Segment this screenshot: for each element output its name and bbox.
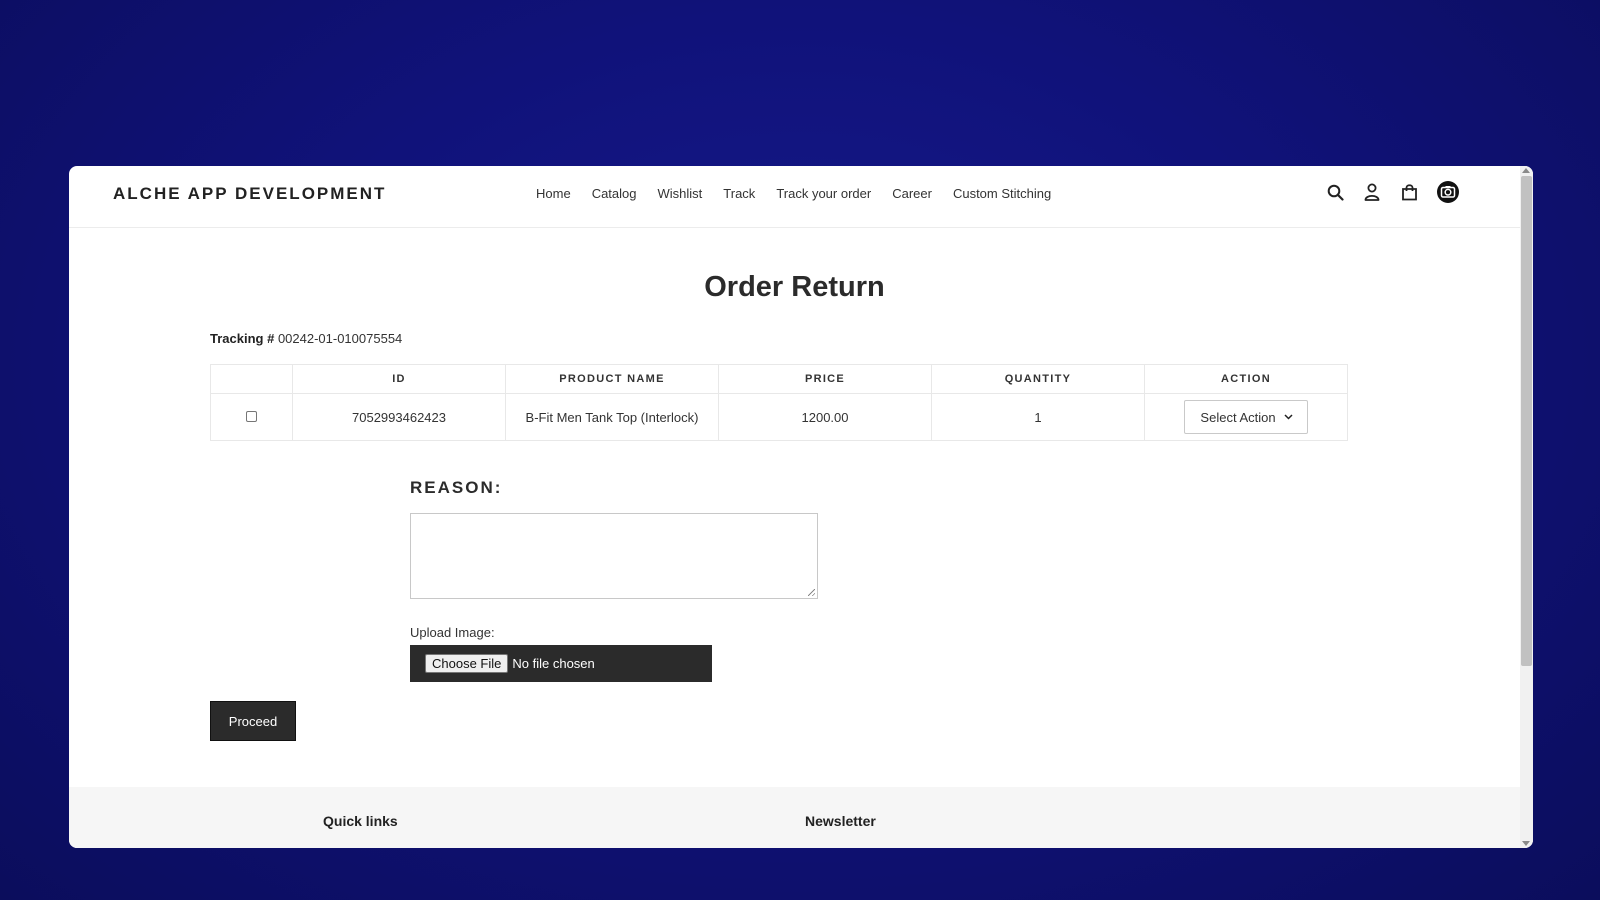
nav-home[interactable]: Home xyxy=(536,186,571,201)
browser-window: ALCHE APP DEVELOPMENT Home Catalog Wishl… xyxy=(69,166,1533,848)
file-status: No file chosen xyxy=(512,656,595,671)
site-logo[interactable]: ALCHE APP DEVELOPMENT xyxy=(113,184,386,204)
scrollbar[interactable] xyxy=(1520,166,1533,848)
table-row: 7052993462423 B-Fit Men Tank Top (Interl… xyxy=(210,393,1348,441)
footer-newsletter-heading: Newsletter xyxy=(805,813,876,829)
camera-icon[interactable] xyxy=(1436,180,1460,204)
row-checkbox[interactable] xyxy=(246,410,257,422)
nav-track[interactable]: Track xyxy=(723,186,755,201)
select-action-dropdown[interactable]: Select Action xyxy=(1184,400,1308,434)
header-icons xyxy=(1325,180,1460,204)
tracking-info: Tracking # 00242-01-010075554 xyxy=(210,331,402,346)
proceed-button[interactable]: Proceed xyxy=(210,701,296,741)
header-quantity: QUANTITY xyxy=(931,364,1145,394)
nav-catalog[interactable]: Catalog xyxy=(592,186,637,201)
resize-grip[interactable] xyxy=(808,589,815,596)
row-id: 7052993462423 xyxy=(292,393,506,441)
upload-image-label: Upload Image: xyxy=(410,625,495,640)
header-action: ACTION xyxy=(1144,364,1348,394)
reason-textarea[interactable] xyxy=(410,513,818,599)
nav-custom-stitching[interactable]: Custom Stitching xyxy=(953,186,1051,201)
reason-label: REASON: xyxy=(410,478,503,497)
table-header-row: ID PRODUCT NAME PRICE QUANTITY ACTION xyxy=(210,364,1348,394)
choose-file-button[interactable]: Choose File xyxy=(425,654,509,673)
row-quantity: 1 xyxy=(931,393,1145,441)
page-title: Order Return xyxy=(704,271,885,303)
file-input[interactable]: Choose File No file chosen xyxy=(410,645,712,682)
nav-career[interactable]: Career xyxy=(892,186,932,201)
account-icon[interactable] xyxy=(1362,182,1382,202)
tracking-number: 00242-01-010075554 xyxy=(277,331,403,346)
search-icon[interactable] xyxy=(1325,182,1345,202)
scroll-up-icon[interactable] xyxy=(1522,168,1530,173)
header-price: PRICE xyxy=(718,364,932,394)
tracking-label: Tracking # xyxy=(210,331,275,346)
header-select xyxy=(210,364,293,394)
select-action-label: Select Action xyxy=(1200,409,1276,425)
chevron-down-icon xyxy=(1284,414,1293,420)
site-footer: Quick links Newsletter xyxy=(69,787,1520,848)
nav-track-your-order[interactable]: Track your order xyxy=(776,186,871,201)
cart-icon[interactable] xyxy=(1399,182,1419,202)
row-price: 1200.00 xyxy=(718,393,932,441)
order-items-table: ID PRODUCT NAME PRICE QUANTITY ACTION 70… xyxy=(210,364,1348,441)
row-product-name: B-Fit Men Tank Top (Interlock) xyxy=(505,393,719,441)
scrollbar-thumb[interactable] xyxy=(1521,176,1532,666)
row-action-cell: Select Action xyxy=(1144,393,1348,441)
scroll-down-icon[interactable] xyxy=(1522,841,1530,846)
row-select-cell xyxy=(210,393,293,441)
header-product-name: PRODUCT NAME xyxy=(505,364,719,394)
nav-wishlist[interactable]: Wishlist xyxy=(658,186,703,201)
header-id: ID xyxy=(292,364,506,394)
main-nav: Home Catalog Wishlist Track Track your o… xyxy=(536,186,1051,201)
site-header: ALCHE APP DEVELOPMENT Home Catalog Wishl… xyxy=(69,166,1520,228)
footer-quick-links-heading: Quick links xyxy=(323,813,398,829)
